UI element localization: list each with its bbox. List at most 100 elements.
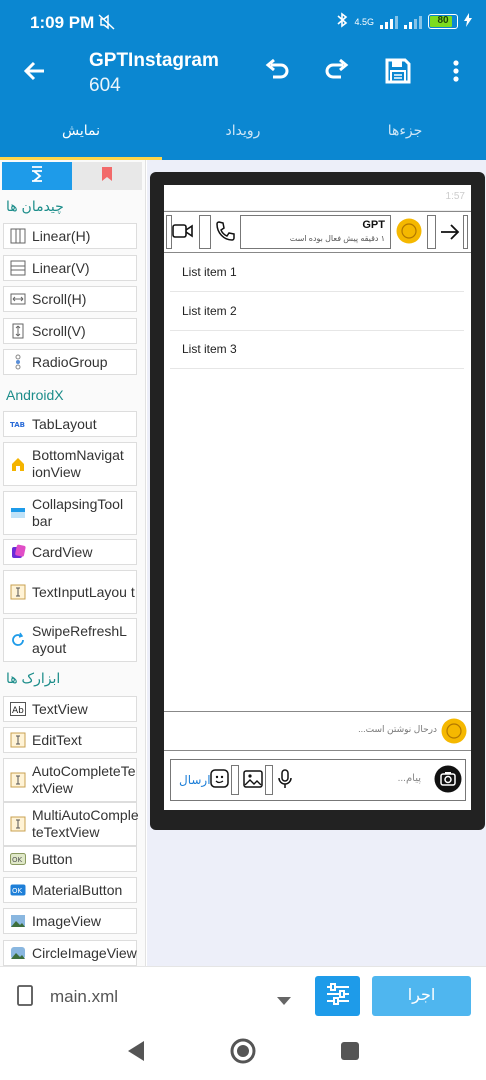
list-item[interactable]: List item 3 bbox=[170, 330, 464, 369]
scroll-h-icon bbox=[10, 291, 26, 307]
list-item[interactable]: List item 2 bbox=[170, 292, 464, 331]
widget-linear-v[interactable]: Linear(V) bbox=[3, 255, 137, 281]
widget-materialbutton[interactable]: OK MaterialButton bbox=[3, 877, 137, 903]
imageview-icon bbox=[10, 913, 26, 929]
run-button[interactable]: اجرا bbox=[372, 976, 471, 1016]
current-file-name[interactable]: main.xml bbox=[50, 987, 118, 1007]
back-arrow-icon[interactable] bbox=[20, 56, 50, 86]
microphone-icon[interactable] bbox=[276, 768, 294, 795]
app-root: 1:09 PM 4.5G 80 GPTInstagram 604 نمایش ر… bbox=[0, 0, 486, 1080]
nav-back-icon[interactable] bbox=[126, 1040, 146, 1067]
layout-slot[interactable] bbox=[199, 215, 211, 249]
widget-label: RadioGroup bbox=[32, 353, 108, 370]
widget-linear-h[interactable]: Linear(H) bbox=[3, 223, 137, 249]
widget-bottomnavigation[interactable]: BottomNavigat ionView bbox=[3, 442, 137, 486]
project-id: 604 bbox=[89, 75, 121, 96]
textview-icon: Ab bbox=[10, 701, 26, 717]
tab-events[interactable]: رویداد bbox=[162, 100, 324, 160]
widget-button[interactable]: OK Button bbox=[3, 846, 137, 872]
layout-slot[interactable] bbox=[265, 765, 273, 795]
widget-palette: چیدمان ها Linear(H) Linear(V) Scroll(H) … bbox=[0, 160, 146, 966]
bookmark-icon bbox=[101, 166, 113, 187]
mute-icon bbox=[98, 14, 116, 35]
list-item[interactable]: List item 1 bbox=[170, 253, 464, 292]
widget-circleimageview[interactable]: CircleImageView bbox=[3, 940, 137, 966]
widget-imageview[interactable]: ImageView bbox=[3, 908, 137, 934]
message-placeholder: پیام... bbox=[397, 773, 421, 784]
widget-tablayout[interactable]: TAB TabLayout bbox=[3, 411, 137, 437]
svg-text:TAB: TAB bbox=[10, 421, 25, 429]
widget-cardview[interactable]: CardView bbox=[3, 539, 137, 565]
tablayout-icon: TAB bbox=[10, 416, 26, 432]
widget-scroll-v[interactable]: Scroll(V) bbox=[3, 318, 137, 344]
svg-text:OK: OK bbox=[12, 887, 23, 895]
section-layouts: چیدمان ها bbox=[6, 198, 64, 214]
edittext-icon bbox=[10, 732, 26, 748]
nav-recents-icon[interactable] bbox=[340, 1041, 360, 1066]
section-androidx: AndroidX bbox=[6, 387, 64, 403]
chat-status: ۱ دقیقه پیش فعال بوده است bbox=[289, 234, 385, 243]
save-icon[interactable] bbox=[383, 56, 413, 86]
phone-icon[interactable] bbox=[215, 220, 235, 247]
widget-label: CircleImageView bbox=[32, 944, 137, 961]
gallery-icon[interactable] bbox=[242, 768, 264, 795]
video-call-icon[interactable] bbox=[172, 221, 194, 246]
layout-slot[interactable] bbox=[463, 215, 468, 249]
linear-v-icon bbox=[10, 260, 26, 276]
widget-label: SwipeRefreshL ayout bbox=[32, 623, 127, 656]
file-dropdown-icon[interactable] bbox=[277, 992, 291, 1010]
layout-slot[interactable] bbox=[427, 215, 436, 249]
svg-text:OK: OK bbox=[12, 856, 23, 864]
widget-label: ImageView bbox=[32, 912, 102, 929]
signal-icon bbox=[380, 15, 398, 29]
status-bar: 1:09 PM 4.5G 80 bbox=[0, 0, 486, 42]
palette-tab-bookmarks[interactable] bbox=[72, 162, 142, 190]
widget-label: CollapsingTool bar bbox=[32, 496, 124, 529]
widget-multiautocomplete[interactable]: MultiAutoComple teTextView bbox=[3, 802, 139, 846]
message-input-bar[interactable]: ارسال پیام... bbox=[170, 759, 466, 801]
redo-icon[interactable] bbox=[322, 56, 352, 86]
widget-collapsingtoolbar[interactable]: CollapsingTool bar bbox=[3, 491, 137, 535]
tab-components[interactable]: جزءها bbox=[324, 100, 486, 160]
widget-label: CardView bbox=[32, 543, 93, 560]
layout-slot[interactable] bbox=[231, 765, 239, 795]
camera-icon[interactable] bbox=[434, 765, 462, 798]
bluetooth-icon bbox=[336, 12, 348, 31]
materialbutton-icon: OK bbox=[10, 882, 26, 898]
tab-display[interactable]: نمایش bbox=[0, 100, 162, 160]
arrow-right-icon[interactable] bbox=[439, 222, 461, 247]
system-nav-bar bbox=[0, 1022, 486, 1080]
preview-status-bar: 1:57 bbox=[164, 185, 471, 211]
send-button[interactable]: ارسال bbox=[179, 773, 211, 787]
battery-level: 80 bbox=[437, 15, 449, 26]
widget-edittext[interactable]: EditText bbox=[3, 727, 137, 753]
widget-swiperefresh[interactable]: SwipeRefreshL ayout bbox=[3, 618, 137, 662]
widget-radiogroup[interactable]: RadioGroup bbox=[3, 349, 137, 375]
widget-label: Scroll(H) bbox=[32, 290, 87, 307]
more-options-icon[interactable] bbox=[441, 56, 471, 86]
network-type: 4.5G bbox=[354, 16, 374, 27]
preview-screen[interactable]: 1:57 GPT ۱ دقیقه پیش فعال بوده است List … bbox=[164, 185, 471, 810]
widget-label: Linear(H) bbox=[32, 227, 91, 244]
radiogroup-icon bbox=[10, 354, 26, 370]
widget-scroll-h[interactable]: Scroll(H) bbox=[3, 286, 137, 312]
settings-button[interactable] bbox=[315, 976, 360, 1016]
palette-tab-widgets[interactable] bbox=[2, 162, 72, 190]
editor-tabs: نمایش رویداد جزءها bbox=[0, 100, 486, 160]
chat-name: GPT bbox=[362, 219, 385, 231]
widget-textview[interactable]: Ab TextView bbox=[3, 696, 137, 722]
widget-label: TabLayout bbox=[32, 415, 97, 432]
nav-home-icon[interactable] bbox=[230, 1038, 256, 1069]
chat-header[interactable]: GPT ۱ دقیقه پیش فعال بوده است bbox=[164, 211, 471, 253]
widget-label: Linear(V) bbox=[32, 259, 90, 276]
widget-textinputlayout[interactable]: TextInputLayou t bbox=[3, 570, 137, 614]
widget-autocompletetextview[interactable]: AutoCompleteTe xtView bbox=[3, 758, 137, 802]
multiautocomplete-icon bbox=[10, 816, 26, 832]
signal-icon-2 bbox=[404, 15, 422, 29]
app-bar: GPTInstagram 604 bbox=[0, 42, 486, 100]
chat-title-box[interactable]: GPT ۱ دقیقه پیش فعال بوده است bbox=[240, 215, 391, 249]
circleimageview-icon bbox=[10, 945, 26, 961]
sticker-icon[interactable] bbox=[209, 768, 231, 795]
typing-avatar bbox=[441, 718, 467, 749]
undo-icon[interactable] bbox=[262, 56, 292, 86]
